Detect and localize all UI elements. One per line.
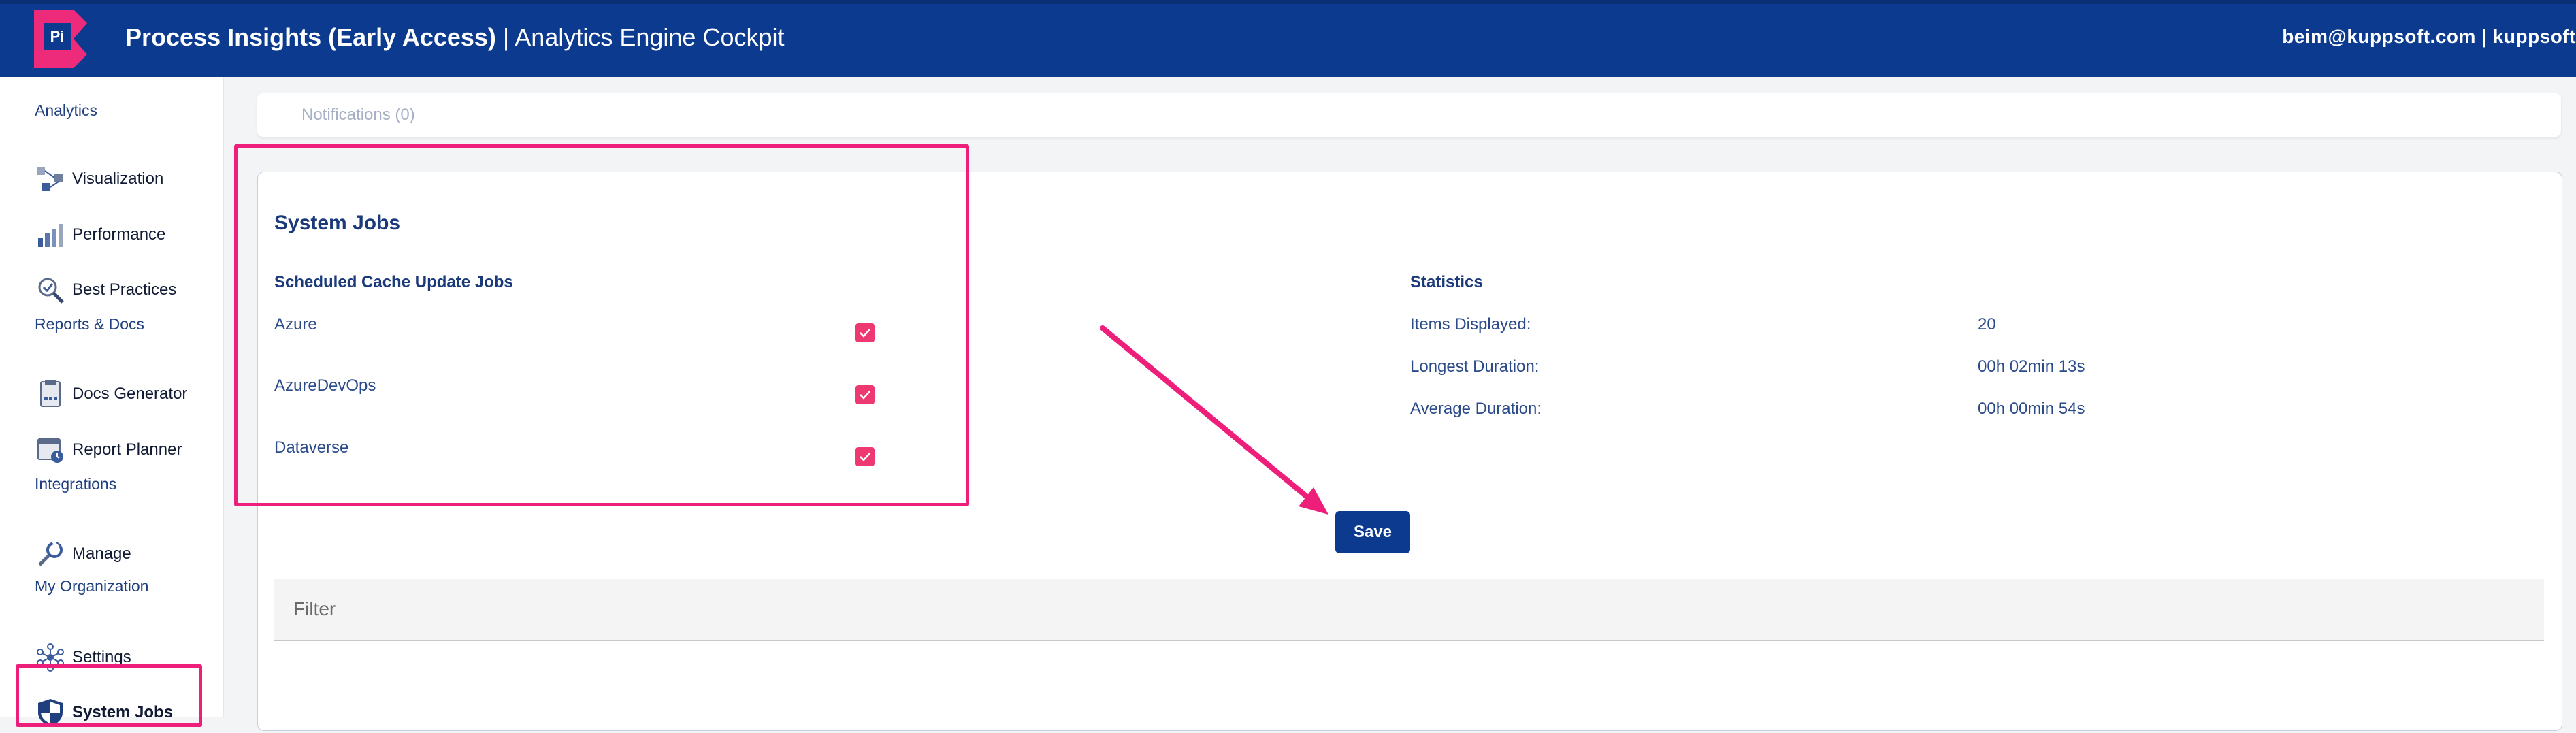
app-title-separator: | (495, 23, 515, 51)
stat-value-longest-duration: 00h 02min 13s (1978, 357, 2085, 376)
sidebar-section-my-organization: My Organization (35, 577, 149, 595)
process-insights-logo[interactable]: Pi (34, 10, 87, 68)
sidebar-item-label: Performance (72, 225, 166, 244)
best-practices-icon (34, 274, 67, 306)
filter-input[interactable] (292, 596, 2473, 622)
highlight-box-jobs (234, 144, 969, 506)
stat-value-items-displayed: 20 (1978, 315, 1996, 333)
docs-generator-icon (34, 378, 67, 410)
sidebar-section-integrations: Integrations (35, 475, 117, 493)
report-planner-icon (34, 434, 67, 466)
top-bar-edge (0, 0, 2576, 4)
sidebar: Analytics Visualization Performance Best… (0, 77, 224, 726)
filter-field[interactable] (274, 579, 2544, 641)
sidebar-item-visualization[interactable]: Visualization (34, 159, 163, 199)
app-title-main: Process Insights (Early Access) (125, 23, 496, 51)
sidebar-item-label: Report Planner (72, 440, 182, 459)
sidebar-item-label: Visualization (72, 169, 164, 188)
app-title: Process Insights (Early Access) | Analyt… (125, 23, 785, 52)
sidebar-section-reports-docs: Reports & Docs (35, 315, 145, 333)
sidebar-item-report-planner[interactable]: Report Planner (34, 429, 182, 470)
stat-key-longest-duration: Longest Duration: (1410, 357, 1539, 376)
sidebar-item-docs-generator[interactable]: Docs Generator (34, 374, 187, 414)
stat-value-average-duration: 00h 00min 54s (1978, 400, 2085, 418)
notifications-tab[interactable]: Notifications (0) (301, 105, 415, 125)
statistics-heading: Statistics (1410, 273, 1483, 291)
performance-icon (34, 218, 67, 251)
sidebar-item-label: Best Practices (72, 280, 177, 299)
sidebar-item-best-practices[interactable]: Best Practices (34, 270, 176, 310)
notifications-panel: Notifications (0) (257, 93, 2561, 137)
stat-key-average-duration: Average Duration: (1410, 400, 1542, 418)
top-bar: Pi Process Insights (Early Access) | Ana… (0, 0, 2576, 77)
sidebar-item-label: Manage (72, 544, 131, 563)
sidebar-section-analytics: Analytics (35, 101, 98, 119)
sidebar-item-performance[interactable]: Performance (34, 214, 165, 255)
highlight-box-sidebar-system-jobs (16, 664, 202, 727)
save-button[interactable]: Save (1335, 511, 1410, 553)
user-account[interactable]: beim@kuppsoft.com | kuppsoft (2282, 26, 2576, 48)
sidebar-item-manage[interactable]: Manage (34, 534, 131, 574)
logo-text: Pi (50, 28, 65, 45)
visualization-icon (34, 163, 67, 195)
stat-key-items-displayed: Items Displayed: (1410, 315, 1531, 333)
sidebar-item-label: Docs Generator (72, 385, 188, 403)
manage-icon (34, 538, 67, 570)
app-title-sub: Analytics Engine Cockpit (515, 23, 785, 51)
